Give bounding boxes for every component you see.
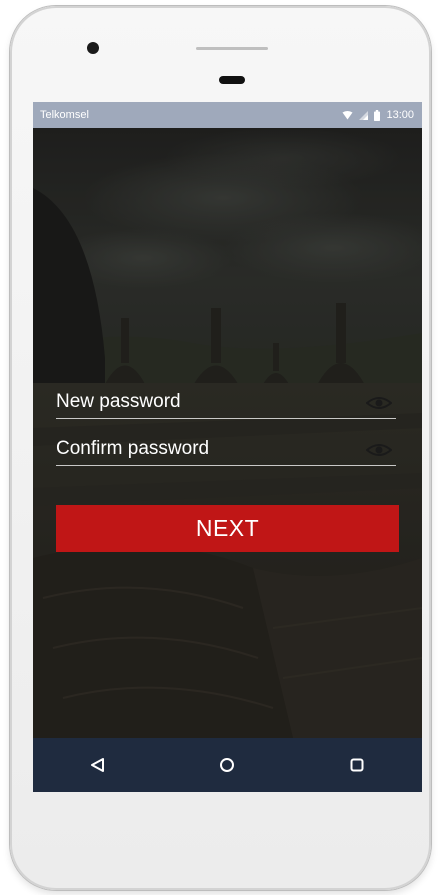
new-password-input[interactable] [56,389,356,415]
recents-square-icon [350,758,364,772]
speaker-grill [196,47,268,50]
recents-button[interactable] [337,745,377,785]
home-button[interactable] [207,745,247,785]
status-bar: Telkomsel 13:00 [33,102,422,128]
sensor-bar [219,76,245,84]
eye-icon[interactable] [366,442,392,458]
carrier-name: Telkomsel [40,109,89,121]
next-button[interactable]: NEXT [56,505,399,552]
status-icons: 13:00 [342,109,414,121]
battery-icon [374,109,381,121]
back-button[interactable] [78,745,118,785]
wifi-icon [342,110,353,119]
front-camera [87,42,99,54]
home-circle-icon [220,758,235,772]
confirm-password-field-container [56,425,396,466]
phone-screen: Telkomsel 13:00 NEXT [33,102,422,792]
new-password-field-container [56,378,396,419]
status-time: 13:00 [386,109,414,121]
eye-icon[interactable] [366,395,392,411]
navigation-bar [33,738,422,792]
signal-icon [359,110,369,120]
confirm-password-input[interactable] [56,436,356,462]
back-triangle-icon [90,758,104,772]
